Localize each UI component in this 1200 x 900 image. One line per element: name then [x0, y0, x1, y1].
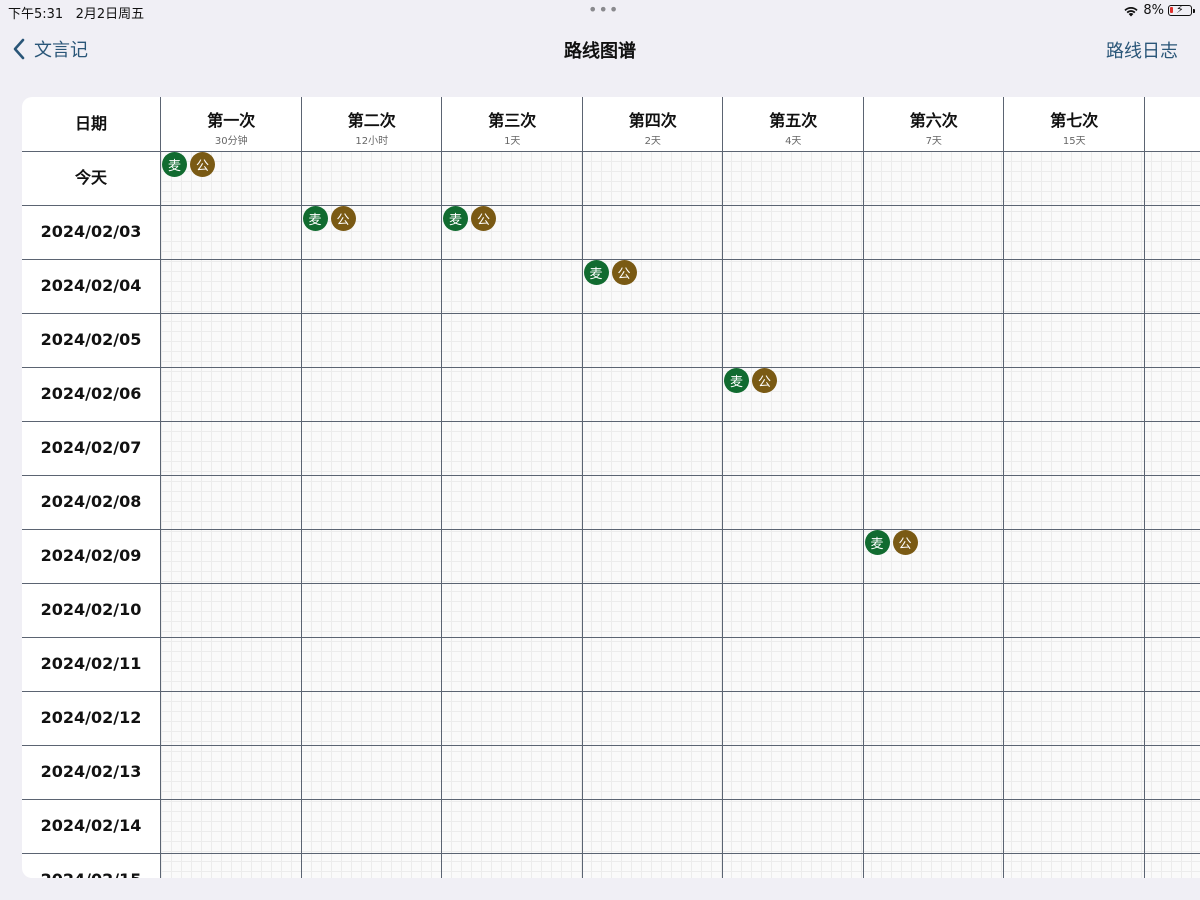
mai-badge[interactable]: 麦	[443, 206, 468, 231]
grid-horizontal-line	[22, 637, 1200, 638]
gong-badge[interactable]: 公	[330, 206, 356, 231]
gong-badge[interactable]: 公	[752, 368, 777, 393]
row-date-label: 2024/02/04	[40, 276, 142, 295]
review-badge-group: 麦公	[443, 206, 496, 231]
column-header: 第七次 15天	[1004, 97, 1145, 151]
column-header: 第一次 30分钟	[161, 97, 302, 151]
review-badge-group: 麦公	[162, 152, 215, 177]
grid-horizontal-line	[22, 799, 1200, 800]
mai-badge[interactable]: 麦	[162, 152, 187, 177]
column-header-name: 第三次	[488, 111, 537, 130]
review-badge-group: 麦公	[864, 530, 918, 555]
route-log-button[interactable]: 路线日志	[1106, 37, 1178, 63]
mai-badge[interactable]: 麦	[583, 260, 609, 285]
gong-badge[interactable]: 公	[190, 152, 215, 177]
battery-icon: ⚡	[1168, 3, 1195, 16]
grid-body	[161, 151, 1200, 878]
column-header-name: 第	[1145, 107, 1200, 131]
grid-vertical-line	[160, 97, 161, 878]
column-header-interval: 12小时	[355, 136, 389, 147]
column-header-interval: 4天	[785, 136, 802, 147]
row-date-label: 2024/02/14	[40, 816, 142, 835]
mai-badge[interactable]: 麦	[724, 368, 749, 393]
column-header-name: 第七次	[1050, 111, 1099, 130]
row-date-label: 2024/02/13	[40, 762, 142, 781]
grid-vertical-line	[300, 97, 302, 878]
battery-fill	[1170, 7, 1173, 13]
grid-vertical-line	[862, 97, 864, 878]
grid-horizontal-line	[22, 583, 1200, 584]
column-header: 第	[1144, 97, 1200, 151]
column-header-interval: 1天	[504, 136, 521, 147]
status-time: 下午5:31 2月2日周五	[8, 3, 144, 22]
grid-horizontal-line	[22, 475, 1200, 476]
column-header-name: 第二次	[347, 111, 396, 130]
grid-horizontal-line	[22, 421, 1200, 422]
row-date-label: 2024/02/11	[40, 654, 142, 673]
review-badge-group: 麦公	[724, 368, 777, 393]
column-header-name: 第六次	[909, 111, 958, 130]
column-header-name: 第四次	[628, 111, 677, 130]
page-title: 路线图谱	[564, 41, 636, 62]
review-badge-group: 麦公	[302, 206, 356, 231]
grid-horizontal-line	[22, 367, 1200, 368]
row-date-label: 2024/02/10	[40, 600, 142, 619]
row-date-label: 2024/02/15	[22, 853, 160, 878]
column-header-interval: 30分钟	[214, 136, 248, 147]
mai-badge[interactable]: 麦	[864, 530, 890, 555]
grid-vertical-line	[1003, 97, 1004, 878]
column-header-interval: 2天	[644, 136, 661, 147]
column-header: 第四次 2天	[582, 97, 723, 151]
row-date-label: 2024/02/07	[40, 438, 142, 457]
wifi-icon	[1124, 6, 1138, 16]
row-date-label: 2024/02/08	[40, 492, 142, 511]
column-header-interval: 7天	[925, 136, 942, 147]
column-header: 第二次 12小时	[301, 97, 442, 151]
back-button[interactable]: 文言记	[12, 36, 88, 62]
column-header-interval: 15天	[1062, 136, 1086, 147]
column-header-name: 第一次	[207, 111, 256, 130]
route-chart-table: 日期 第一次 30分钟 第二次 12小时 第三次 1天 第四次 2天 第五次 4天 第六次 7天 第七次 1…	[22, 97, 1200, 878]
column-header-name: 第五次	[769, 111, 818, 130]
grid-horizontal-line	[22, 313, 1200, 314]
status-right: 8% ⚡	[1123, 3, 1195, 18]
gong-badge[interactable]: 公	[611, 260, 637, 285]
status-bar: 下午5:31 2月2日周五 ••• 8% ⚡	[0, 0, 1200, 22]
review-badge-group: 麦公	[583, 260, 637, 285]
grid-vertical-line	[581, 97, 583, 878]
date-column-header: 日期	[74, 114, 107, 133]
grid-horizontal-line	[22, 529, 1200, 530]
gong-badge[interactable]: 公	[471, 206, 496, 231]
row-date-label: 2024/02/12	[40, 708, 142, 727]
chevron-left-icon	[13, 38, 25, 60]
grid-horizontal-line	[22, 205, 1200, 206]
grid-horizontal-line	[22, 745, 1200, 746]
grid-horizontal-line	[22, 691, 1200, 692]
grid-vertical-line	[722, 97, 723, 878]
column-header: 第五次 4天	[723, 97, 864, 151]
row-date-label: 2024/02/06	[40, 384, 142, 403]
grid-vertical-line	[1143, 97, 1145, 878]
row-date-label: 2024/02/03	[40, 222, 142, 241]
back-label: 文言记	[34, 40, 88, 61]
column-header: 第六次 7天	[863, 97, 1004, 151]
mai-badge[interactable]: 麦	[302, 206, 328, 231]
status-clock: 下午5:31	[8, 7, 64, 22]
gong-badge[interactable]: 公	[892, 530, 918, 555]
row-date-label: 2024/02/05	[40, 330, 142, 349]
row-date-label: 今天	[74, 168, 107, 187]
charging-bolt-icon: ⚡	[1176, 3, 1184, 16]
multitasking-dots-icon[interactable]: •••	[588, 0, 619, 19]
grid-horizontal-line	[22, 853, 1200, 854]
row-date-label: 2024/02/09	[40, 546, 142, 565]
battery-percent: 8%	[1143, 3, 1164, 18]
column-header: 第三次 1天	[442, 97, 583, 151]
navigation-bar: 文言记 路线图谱 路线日志	[0, 28, 1200, 70]
grid-vertical-line	[441, 97, 442, 878]
status-date: 2月2日周五	[75, 7, 145, 22]
